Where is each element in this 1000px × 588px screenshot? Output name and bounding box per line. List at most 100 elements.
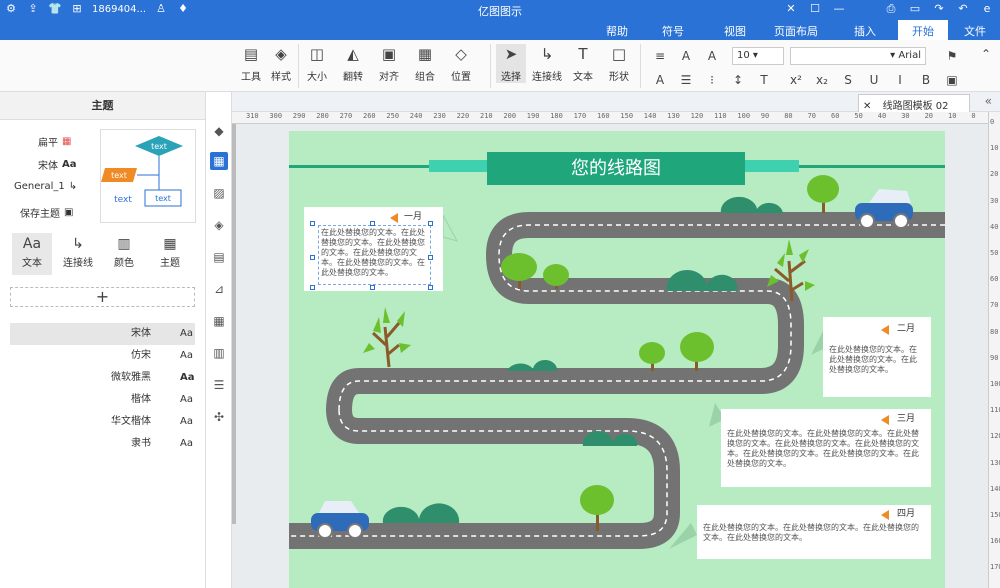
ruler-tick-label: 100 (737, 112, 751, 120)
ruler-tick-label: 90 (760, 112, 770, 120)
bullets-icon[interactable]: ⁝ (704, 72, 720, 88)
line-spacing-icon[interactable]: ↕ (730, 72, 746, 88)
font-name-select[interactable]: ▾ Arial (790, 47, 926, 65)
list-icon[interactable]: ☰ (678, 72, 694, 88)
layers-icon[interactable]: ◈ (210, 216, 228, 234)
connector-button[interactable]: ↳ 连接线 (532, 44, 562, 83)
font-shrink-icon[interactable]: A (704, 48, 720, 64)
size-button[interactable]: ◫ 大小 (302, 44, 332, 83)
shape-label: 形状 (609, 72, 629, 83)
tab-collapse-icon[interactable]: « (985, 94, 992, 108)
logo-icon[interactable]: e (980, 2, 994, 16)
font-grow-icon[interactable]: A (678, 48, 694, 64)
paste-icon[interactable]: ▣ (944, 72, 960, 88)
color-theme-button[interactable]: ▥ 颜色 (104, 236, 144, 269)
font-option-songti[interactable]: 宋体 Aa (10, 323, 195, 345)
ruler-tick-label: 80 (990, 327, 999, 336)
ruler-tick-label: 0 (990, 118, 995, 126)
flip-button[interactable]: ◭ 翻转 (338, 44, 368, 83)
add-theme-button[interactable]: + (10, 287, 195, 307)
theme-font[interactable]: 宋体 Aa (38, 157, 77, 172)
ruler-tick-label: 30 (990, 196, 999, 205)
align-left-icon[interactable]: ≡ (652, 48, 668, 64)
save-theme[interactable]: 保存主题 ▣ (20, 205, 73, 220)
font-color-icon[interactable]: A (652, 72, 668, 88)
font-option-huawen-kaiti[interactable]: 华文楷体 Aa (10, 411, 195, 433)
ruler-tick-label: 10 (990, 144, 999, 153)
diagram-page[interactable]: 您的线路图 一月 在此处替换您的文本。在此处替换您的文本。在此处替换您的文本。在… (289, 131, 945, 588)
style-button[interactable]: ◈ 样式 (266, 44, 296, 83)
roadmap-title[interactable]: 您的线路图 (487, 152, 745, 185)
note-february[interactable]: 二月 在此处替换您的文本。在此处替换您的文本。在此处替换您的文本。 (823, 317, 931, 397)
minimize-icon[interactable]: — (832, 2, 846, 16)
tab-close-icon[interactable]: ✕ (863, 101, 871, 112)
connector-theme-button[interactable]: ↳ 连接线 (58, 236, 98, 269)
close-icon[interactable]: ✕ (784, 2, 798, 16)
menu-page-layout[interactable]: 页面布局 (774, 23, 818, 39)
maximize-icon[interactable]: ☐ (808, 2, 822, 16)
position-icon: ◇ (455, 45, 467, 63)
tools-button[interactable]: ▤ 工具 (236, 44, 266, 83)
align-button[interactable]: ▣ 对齐 (374, 44, 404, 83)
building-icon[interactable]: ▥ (210, 344, 228, 362)
table-icon[interactable]: ▦ (210, 312, 228, 330)
shape-button[interactable]: □ 形状 (604, 44, 634, 83)
note-april[interactable]: 四月 在此处替换您的文本。在此处替换您的文本。在此处替换您的文本。在此处替换您的… (697, 505, 931, 559)
ruler-tick-label: 40 (990, 222, 999, 231)
document-tab[interactable]: ✕ 线路图模板 02 (858, 94, 970, 112)
italic-icon[interactable]: I (892, 72, 908, 88)
ruler-tick-label: 90 (990, 353, 999, 362)
theme-flat[interactable]: 扁平 ▦ (38, 134, 71, 149)
text-theme-button[interactable]: Aa 文本 (12, 233, 52, 275)
print-icon[interactable]: ⎙ (884, 2, 898, 16)
theme-connector[interactable]: General_1 ↳ (14, 181, 77, 192)
network-icon[interactable]: ✣ (210, 408, 228, 426)
chart-icon[interactable]: ⊿ (210, 280, 228, 298)
ribbon-toolbar: ▤ 工具 ◈ 样式 ◫ 大小 ◭ 翻转 ▣ 对齐 ▦ 组合 ◇ 位置 ➤ 选择 ↳ 连接线 T 文本… (0, 40, 1000, 92)
group-button[interactable]: ▦ 组合 (410, 44, 440, 83)
font-size-select[interactable]: 10 ▾ (732, 47, 784, 65)
menu-home[interactable]: 开始 (898, 20, 948, 40)
font-option-kaiti[interactable]: 楷体 Aa (10, 389, 195, 411)
flag-icon (881, 415, 889, 425)
menu-file[interactable]: 文件 (964, 23, 986, 39)
bold-icon[interactable]: B (918, 72, 934, 88)
fill-icon[interactable]: ◆ (210, 122, 228, 140)
note-january[interactable]: 一月 在此处替换您的文本。在此处替换您的文本。在此处替换您的文本。在此处替换您的… (304, 207, 443, 291)
theme-grid-icon[interactable]: ▦ (210, 152, 228, 170)
menu-help[interactable]: 帮助 (606, 23, 628, 39)
save-icon[interactable]: ▭ (908, 2, 922, 16)
theme-button[interactable]: ▦ 主题 (150, 236, 190, 269)
position-button[interactable]: ◇ 位置 (446, 44, 476, 83)
undo-icon[interactable]: ↶ (956, 2, 970, 16)
outline-icon[interactable]: ☰ (210, 376, 228, 394)
format-painter-icon[interactable]: ⚑ (944, 48, 960, 64)
vertical-ruler: 0 10 20 30 40 50 60 70 80 90 100 110 120 130 140 150 160… (988, 112, 1000, 588)
menu-insert[interactable]: 插入 (854, 23, 876, 39)
ruler-tick-label: 230 (433, 112, 446, 120)
font-option-lishu[interactable]: 隶书 Aa (10, 433, 195, 455)
text-direction-icon[interactable]: T (756, 72, 772, 88)
menu-symbols[interactable]: 符号 (662, 23, 684, 39)
superscript-icon[interactable]: x² (788, 72, 804, 88)
font-option-fangsong[interactable]: 仿宋 Aa (10, 345, 195, 367)
subscript-icon[interactable]: x₂ (814, 72, 830, 88)
connector-theme-icon: ↳ (72, 236, 84, 252)
menu-view[interactable]: 视图 (724, 23, 746, 39)
underline-icon[interactable]: U (866, 72, 882, 88)
page-icon[interactable]: ▤ (210, 248, 228, 266)
note-march[interactable]: 三月 在此处替换您的文本。在此处替换您的文本。在此处替换您的文本。在此处替换您的… (721, 409, 931, 487)
select-button[interactable]: ➤ 选择 (496, 44, 526, 83)
image-icon[interactable]: ▨ (210, 184, 228, 202)
vertical-scrollbar[interactable] (232, 124, 236, 524)
select-icon: ➤ (504, 45, 518, 63)
ruler-tick-label: 40 (877, 112, 887, 120)
strikethrough-icon[interactable]: S (840, 72, 856, 88)
font-option-yahei[interactable]: 微软雅黑 Aa (10, 367, 195, 389)
app-window: ⚙ ⇪ 👕 ⊞ 1869404... ♙ ♦ 亿图图示 ✕ ☐ — ⎙ ▭ ↷ … (0, 0, 1000, 588)
redo-icon[interactable]: ↷ (932, 2, 946, 16)
note-march-title: 三月 (897, 414, 916, 424)
ribbon-collapse-icon[interactable]: ⌃ (978, 46, 994, 62)
document-tab-strip: ✕ 线路图模板 02 « (232, 92, 1000, 112)
text-button[interactable]: T 文本 (568, 44, 598, 83)
